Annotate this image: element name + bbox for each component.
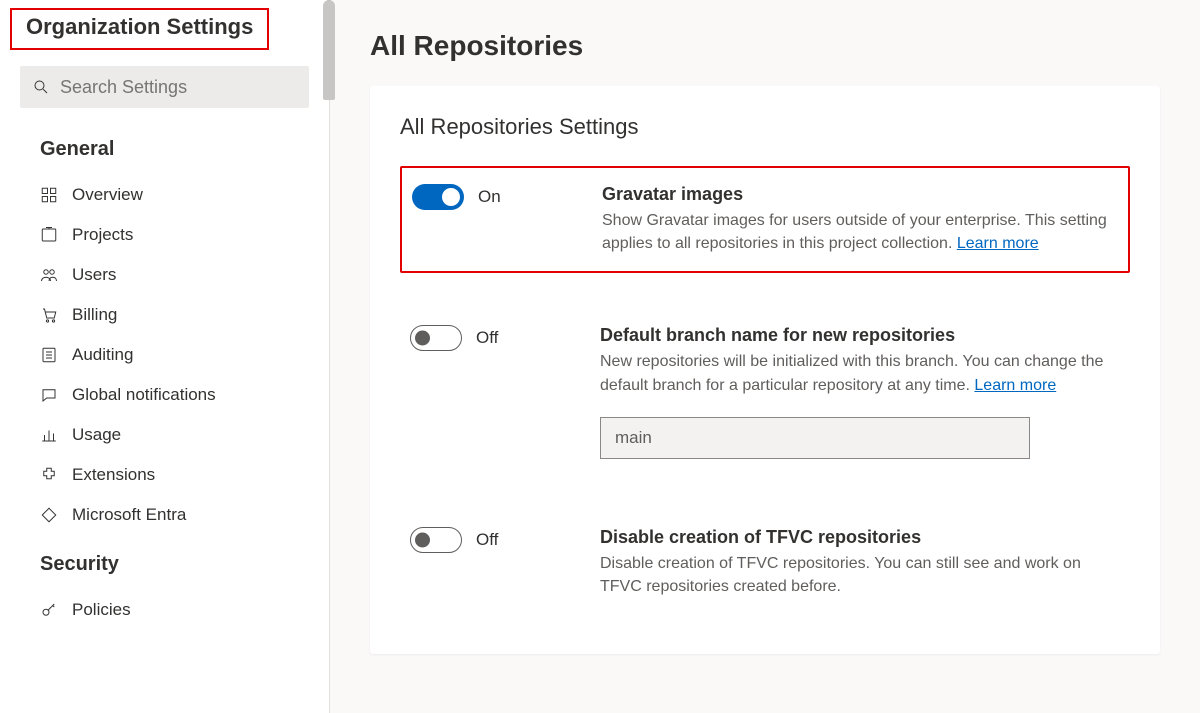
toggle-gravatar[interactable] [412,184,464,210]
sidebar-item-usage[interactable]: Usage [0,415,329,455]
sidebar-item-overview[interactable]: Overview [0,175,329,215]
setting-tfvc-body: Disable creation of TFVC repositories Di… [600,527,1120,598]
toggle-gravatar-wrap: On [412,184,572,210]
setting-branch-title: Default branch name for new repositories [600,325,1120,346]
setting-tfvc-title: Disable creation of TFVC repositories [600,527,1120,548]
sidebar-item-projects[interactable]: Projects [0,215,329,255]
nav-label: Projects [72,225,133,245]
setting-gravatar-body: Gravatar images Show Gravatar images for… [602,184,1118,255]
scrollbar-thumb[interactable] [323,0,335,100]
diamond-icon [40,506,58,524]
sidebar-title-highlight: Organization Settings [10,8,269,50]
setting-tfvc-desc: Disable creation of TFVC repositories. Y… [600,552,1120,598]
toggle-tfvc-state: Off [476,530,498,550]
nav-label: Billing [72,305,117,325]
sidebar-item-billing[interactable]: Billing [0,295,329,335]
page-title: All Repositories [370,30,1160,62]
setting-branch-body: Default branch name for new repositories… [600,325,1120,458]
main-content: All Repositories All Repositories Settin… [330,0,1200,713]
users-icon [40,266,58,284]
key-icon [40,601,58,619]
nav-label: Global notifications [72,385,216,405]
cart-icon [40,306,58,324]
nav-label: Overview [72,185,143,205]
setting-default-branch: Off Default branch name for new reposito… [400,309,1130,474]
branch-learn-more-link[interactable]: Learn more [974,377,1056,394]
sidebar-item-microsoft-entra[interactable]: Microsoft Entra [0,495,329,535]
sidebar-title: Organization Settings [26,14,253,40]
setting-gravatar: On Gravatar images Show Gravatar images … [400,166,1130,273]
sidebar-item-extensions[interactable]: Extensions [0,455,329,495]
gravatar-learn-more-link[interactable]: Learn more [957,235,1039,252]
nav-label: Auditing [72,345,133,365]
sidebar-item-global-notifications[interactable]: Global notifications [0,375,329,415]
section-heading-general: General [0,130,329,175]
section-heading-security: Security [0,545,329,590]
toggle-tfvc[interactable] [410,527,462,553]
settings-card: All Repositories Settings On Gravatar im… [370,86,1160,654]
section-general: General Overview Projects Users Billing … [0,120,329,535]
section-security: Security Policies [0,535,329,630]
nav-label: Usage [72,425,121,445]
projects-icon [40,226,58,244]
sidebar-item-auditing[interactable]: Auditing [0,335,329,375]
nav-label: Policies [72,600,131,620]
card-title: All Repositories Settings [400,114,1130,140]
grid-icon [40,186,58,204]
search-input[interactable] [60,77,297,98]
toggle-branch-state: Off [476,328,498,348]
nav-label: Users [72,265,116,285]
setting-gravatar-title: Gravatar images [602,184,1118,205]
setting-tfvc: Off Disable creation of TFVC repositorie… [400,511,1130,614]
nav-label: Microsoft Entra [72,505,186,525]
setting-branch-desc: New repositories will be initialized wit… [600,350,1120,396]
nav-label: Extensions [72,465,155,485]
list-icon [40,346,58,364]
toggle-default-branch[interactable] [410,325,462,351]
default-branch-input[interactable] [600,417,1030,459]
setting-gravatar-desc: Show Gravatar images for users outside o… [602,209,1118,255]
bar-chart-icon [40,426,58,444]
toggle-branch-wrap: Off [410,325,570,351]
sidebar: Organization Settings General Overview P… [0,0,330,713]
toggle-tfvc-wrap: Off [410,527,570,553]
sidebar-item-users[interactable]: Users [0,255,329,295]
search-settings-box[interactable] [20,66,309,108]
search-icon [32,78,50,96]
puzzle-icon [40,466,58,484]
chat-icon [40,386,58,404]
toggle-gravatar-state: On [478,187,501,207]
sidebar-item-policies[interactable]: Policies [0,590,329,630]
